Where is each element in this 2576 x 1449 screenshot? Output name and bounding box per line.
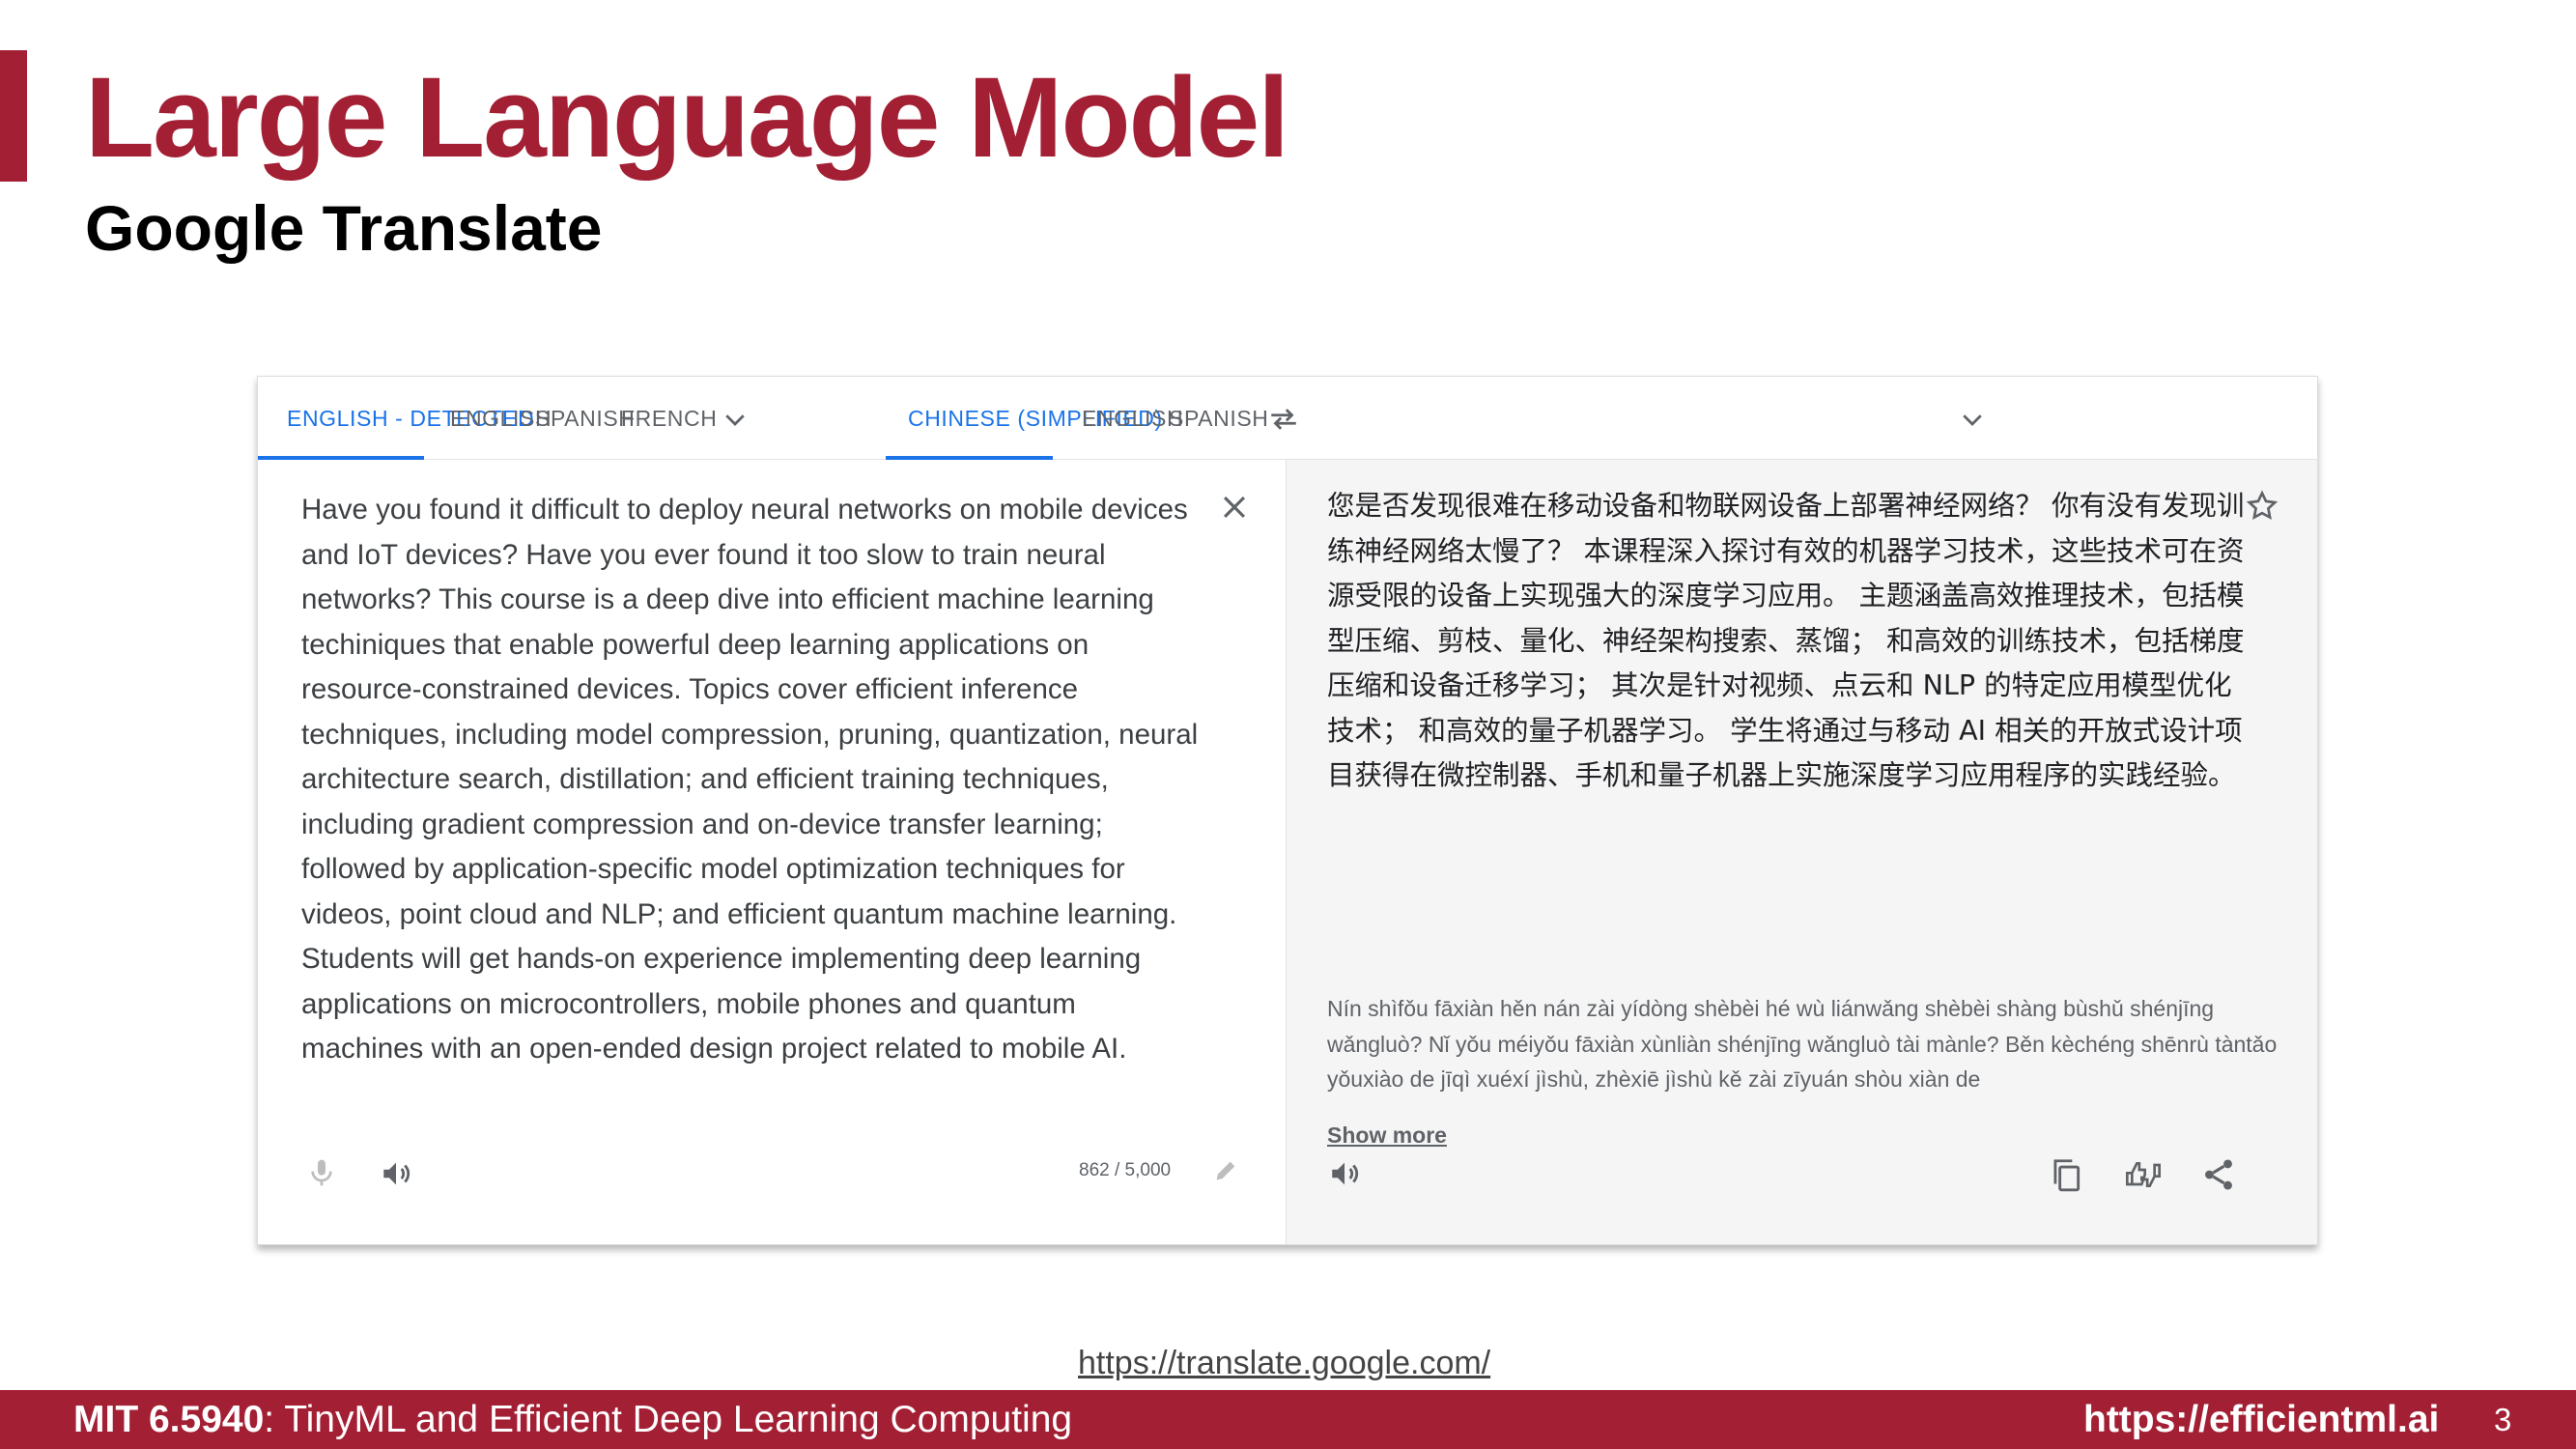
language-tab-bar: ENGLISH - DETECTED ENGLISH SPANISH FRENC… (258, 377, 2317, 460)
swap-languages-icon[interactable] (1267, 403, 1300, 436)
chevron-down-icon[interactable] (1958, 405, 1987, 434)
translation-pane: 您是否发现很难在移动设备和物联网设备上部署神经网络？ 你有没有发现训练神经网络太… (1286, 460, 2317, 1244)
google-translate-panel: ENGLISH - DETECTED ENGLISH SPANISH FRENC… (257, 376, 2318, 1245)
pencil-icon[interactable] (1212, 1157, 1239, 1184)
slide-footer: MIT 6.5940: TinyML and Efficient Deep Le… (0, 1390, 2576, 1449)
close-icon[interactable] (1218, 491, 1251, 524)
tab-target-spanish[interactable]: SPANISH (1169, 377, 1268, 460)
character-count: 862 / 5,000 (1079, 1160, 1172, 1180)
source-url-link[interactable]: https://translate.google.com/ (1078, 1345, 1490, 1382)
tab-source-french[interactable]: FRENCH (621, 377, 717, 460)
chevron-down-icon[interactable] (721, 405, 750, 434)
course-code: MIT 6.5940 (73, 1399, 265, 1440)
course-name: : TinyML and Efficient Deep Learning Com… (264, 1399, 1073, 1440)
pinyin-transliteration: Nín shìfǒu fāxiàn hěn nán zài yídòng shè… (1327, 996, 2278, 1092)
speaker-icon[interactable] (379, 1157, 413, 1190)
copy-icon[interactable] (2048, 1155, 2084, 1194)
show-more-link[interactable]: Show more (1327, 1122, 1447, 1149)
source-pane: Have you found it difficult to deploy ne… (258, 460, 1286, 1244)
footer-course: MIT 6.5940: TinyML and Efficient Deep Le… (73, 1390, 1072, 1449)
slide-title: Large Language Model (85, 54, 1289, 182)
tab-source-spanish[interactable]: SPANISH (535, 377, 635, 460)
slide-subtitle: Google Translate (85, 192, 603, 264)
page-number: 3 (2494, 1402, 2512, 1437)
star-icon[interactable] (2245, 489, 2279, 524)
rate-translation-icon[interactable] (2123, 1155, 2164, 1194)
microphone-icon[interactable] (306, 1155, 337, 1190)
footer-site-link[interactable]: https://efficientml.ai (2083, 1390, 2439, 1449)
share-icon[interactable] (2200, 1155, 2237, 1194)
speaker-icon[interactable] (1327, 1157, 1362, 1190)
translated-text: 您是否发现很难在移动设备和物联网设备上部署神经网络？ 你有没有发现训练神经网络太… (1327, 490, 2245, 791)
source-text-input[interactable]: Have you found it difficult to deploy ne… (301, 488, 1200, 1072)
title-accent-bar (0, 50, 27, 182)
